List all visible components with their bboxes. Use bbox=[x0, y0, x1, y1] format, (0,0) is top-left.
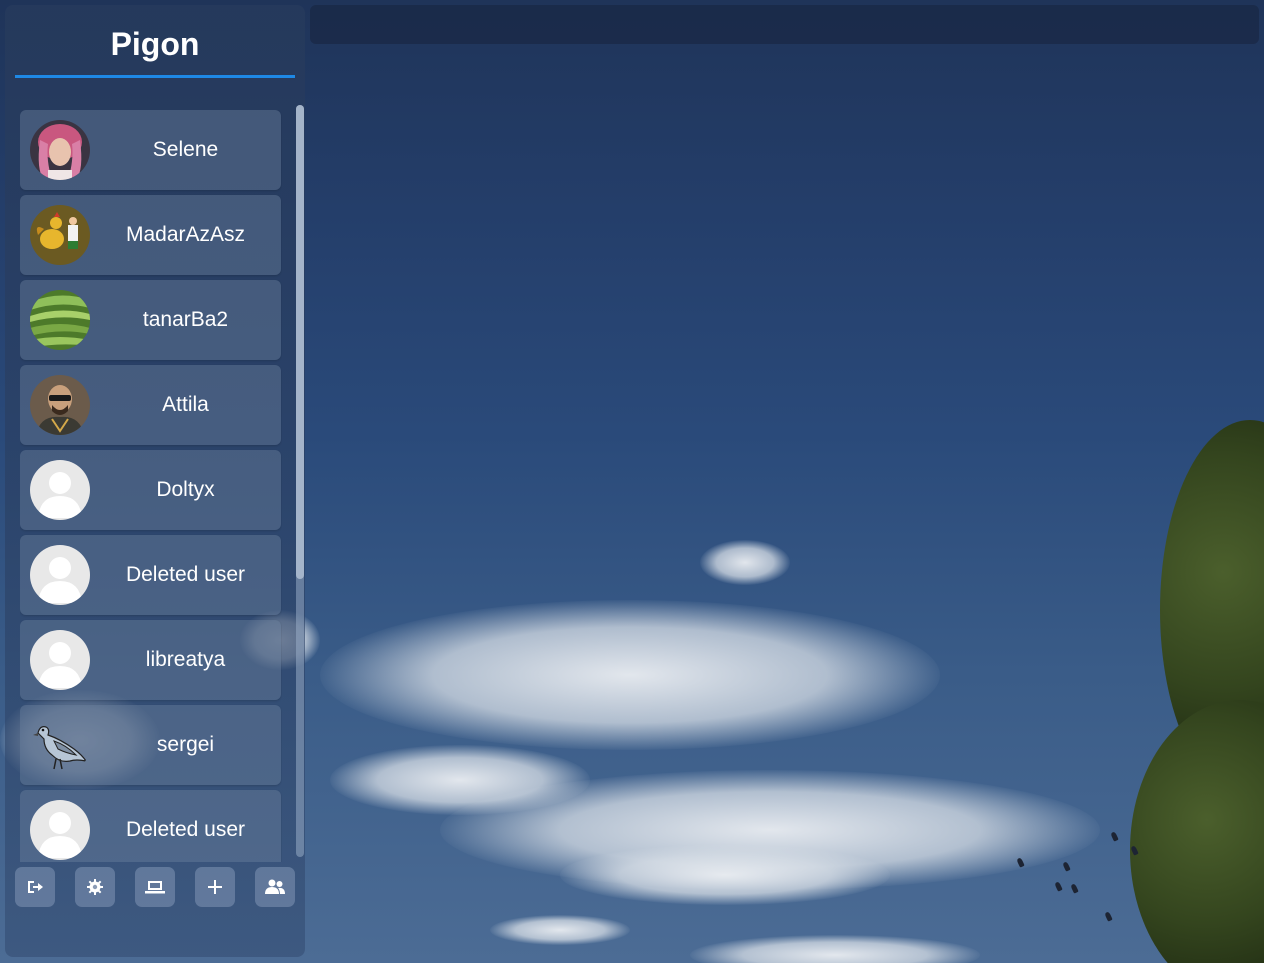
cloud bbox=[560, 845, 890, 905]
chat-name: Doltyx bbox=[156, 478, 215, 501]
laptop-icon bbox=[145, 881, 165, 894]
bird bbox=[1070, 883, 1079, 894]
devices-button[interactable] bbox=[135, 867, 175, 907]
tree bbox=[1130, 700, 1264, 963]
chat-name: Deleted user bbox=[125, 818, 246, 841]
chat-name: Selene bbox=[152, 138, 219, 161]
chat-list[interactable]: Selene MadarAzAsz tanarBa2 Attila Doltyx… bbox=[20, 110, 282, 862]
chat-item-tanarba2[interactable]: tanarBa2 bbox=[20, 280, 281, 360]
settings-button[interactable] bbox=[75, 867, 115, 907]
cloud bbox=[320, 600, 940, 750]
chat-name: Attila bbox=[162, 393, 209, 416]
scrollbar-thumb[interactable] bbox=[296, 105, 304, 579]
default-user-icon bbox=[30, 460, 90, 520]
bird bbox=[1062, 861, 1071, 872]
logout-button[interactable] bbox=[15, 867, 55, 907]
avatar bbox=[30, 205, 90, 265]
sidebar-toolbar bbox=[15, 867, 295, 909]
plus-icon bbox=[208, 880, 222, 894]
chat-item-sergei[interactable]: sergei bbox=[20, 705, 281, 785]
chat-name: libreatya bbox=[145, 648, 226, 671]
chat-item-attila[interactable]: Attila bbox=[20, 365, 281, 445]
gear-icon bbox=[87, 879, 103, 895]
app-title: Pigon bbox=[15, 5, 295, 78]
default-user-icon bbox=[30, 800, 90, 860]
chat-name: MadarAzAsz bbox=[125, 223, 246, 246]
users-icon bbox=[265, 879, 285, 894]
chat-name: sergei bbox=[156, 733, 215, 756]
avatar bbox=[30, 375, 90, 435]
chat-item-libreatya[interactable]: libreatya bbox=[20, 620, 281, 700]
bird bbox=[1110, 831, 1119, 842]
cloud bbox=[690, 935, 980, 963]
chat-item-deleted-user[interactable]: Deleted user bbox=[20, 790, 281, 862]
sidebar: Pigon Selene MadarAzAsz tanarBa2 Attila … bbox=[5, 5, 305, 957]
chat-name: Deleted user bbox=[125, 563, 246, 586]
chat-name: tanarBa2 bbox=[142, 308, 229, 331]
chat-header-bar bbox=[310, 5, 1259, 44]
default-user-icon bbox=[30, 630, 90, 690]
logout-icon bbox=[28, 881, 43, 893]
bird bbox=[1104, 911, 1113, 922]
avatar bbox=[30, 120, 90, 180]
cloud bbox=[700, 540, 790, 585]
default-user-icon bbox=[30, 545, 90, 605]
new-chat-button[interactable] bbox=[195, 867, 235, 907]
chat-item-selene[interactable]: Selene bbox=[20, 110, 281, 190]
chat-item-deleted-user[interactable]: Deleted user bbox=[20, 535, 281, 615]
avatar bbox=[30, 290, 90, 350]
pigeon-icon bbox=[30, 715, 90, 775]
chat-item-madarazasz[interactable]: MadarAzAsz bbox=[20, 195, 281, 275]
cloud bbox=[490, 915, 630, 945]
contacts-button[interactable] bbox=[255, 867, 295, 907]
bird bbox=[1054, 881, 1063, 892]
scrollbar[interactable] bbox=[296, 105, 304, 857]
chat-item-doltyx[interactable]: Doltyx bbox=[20, 450, 281, 530]
